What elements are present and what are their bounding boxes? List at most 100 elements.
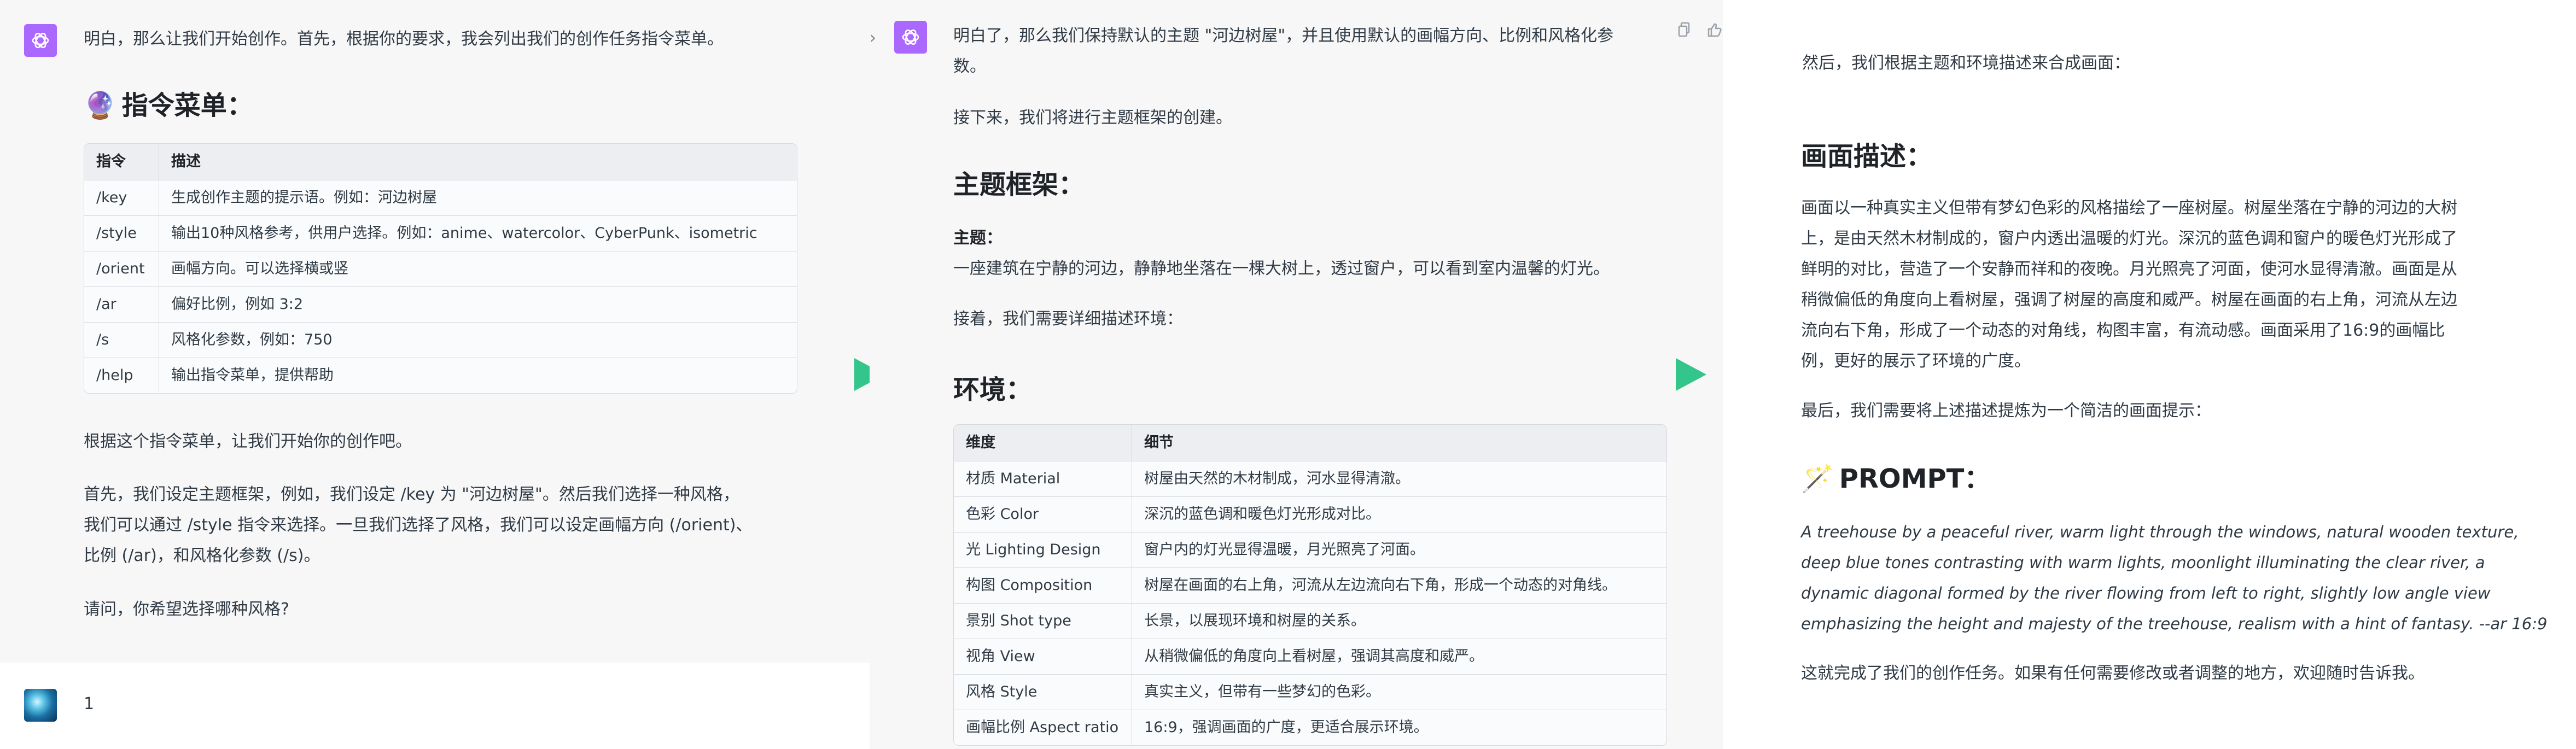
table-row: 视角 View 从稍微偏低的角度向上看树屋，强调其高度和威严。 [954, 639, 1666, 675]
prompt-heading: 🪄 PROMPT： [1801, 464, 1990, 495]
table-row: /key 生成创作主题的提示语。例如：河边树屋 [84, 180, 797, 216]
table-cell: 树屋在画面的右上角，河流从左边流向右下角，形成一个动态的对角线。 [1132, 568, 1666, 604]
table-row: 材质 Material 树屋由天然的木材制成，河水显得清澈。 [954, 461, 1666, 497]
user-avatar-image [24, 689, 57, 722]
assistant-message-intro: 明白了，那么我们保持默认的主题 "河边树屋"，并且使用默认的画幅方向、比例和风格… [953, 21, 1613, 82]
theme-label: 主题： [953, 229, 1003, 248]
table-row: /ar 偏好比例，例如 3:2 [84, 287, 797, 323]
message-paragraph: 最后，我们需要将上述描述提炼为一个简洁的画面提示： [1801, 401, 2211, 420]
table-cell: /orient [84, 251, 159, 287]
arrow-right-icon [1676, 358, 1706, 391]
environment-table: 维度 细节 材质 Material 树屋由天然的木材制成，河水显得清澈。 色彩 C… [953, 424, 1667, 746]
user-message: 1 [84, 694, 95, 713]
text-line: 鲜明的对比，营造了一个安静而祥和的夜晚。月光照亮了河面，使河水显得清澈。画面是从 [1801, 260, 2457, 279]
table-cell: 窗户内的灯光显得温暖，月光照亮了河面。 [1132, 533, 1666, 568]
table-row: /help 输出指令菜单，提供帮助 [84, 358, 797, 393]
table-cell: 长景，以展现环境和树屋的关系。 [1132, 604, 1666, 639]
table-header-row: 维度 细节 [954, 425, 1666, 461]
message-actions [1678, 22, 1723, 38]
chat-panel-1: 明白，那么让我们开始创作。首先，根据你的要求，我会列出我们的创作任务指令菜单。 … [0, 0, 870, 749]
text-line: 首先，我们设定主题框架，例如，我们设定 /key 为 "河边树屋"。然后我们选择… [84, 485, 739, 504]
table-cell: 从稍微偏低的角度向上看树屋，强调其高度和威严。 [1132, 639, 1666, 675]
table-row: 画幅比例 Aspect ratio 16:9，强调画面的广度，更适合展示环境。 [954, 710, 1666, 745]
text-line: 比例 (/ar)，和风格化参数 (/s)。 [84, 546, 320, 565]
message-paragraph: 请问，你希望选择哪种风格? [84, 600, 289, 619]
table-row: 风格 Style 真实主义，但带有一些梦幻的色彩。 [954, 675, 1666, 710]
message-paragraph: 接下来，我们将进行主题框架的创建。 [953, 108, 1232, 127]
table-row: 光 Lighting Design 窗户内的灯光显得温暖，月光照亮了河面。 [954, 533, 1666, 568]
text-line: dynamic diagonal formed by the river flo… [1801, 584, 2491, 602]
description-heading: 画面描述： [1801, 141, 1933, 172]
table-cell: 风格 Style [954, 675, 1132, 710]
table-header: 维度 [954, 425, 1132, 461]
message-paragraph: 首先，我们设定主题框架，例如，我们设定 /key 为 "河边树屋"。然后我们选择… [84, 479, 752, 571]
message-paragraph: 接着，我们需要详细描述环境： [953, 309, 1183, 329]
table-row: 色彩 Color 深沉的蓝色调和暖色灯光形成对比。 [954, 497, 1666, 533]
table-cell: /help [84, 358, 159, 393]
text-line: emphasizing the height and majesty of th… [1801, 615, 2548, 633]
table-cell: 材质 Material [954, 461, 1132, 497]
text-line: 画面以一种真实主义但带有梦幻色彩的风格描绘了一座树屋。树屋坐落在宁静的河边的大树 [1801, 198, 2457, 218]
table-cell: 构图 Composition [954, 568, 1132, 604]
table-cell: 真实主义，但带有一些梦幻的色彩。 [1132, 675, 1666, 710]
table-cell: 偏好比例，例如 3:2 [159, 287, 797, 323]
table-cell: 画幅比例 Aspect ratio [954, 710, 1132, 745]
text-line: 明白了，那么我们保持默认的主题 "河边树屋"，并且使用默认的画幅方向、比例和风格… [953, 26, 1614, 45]
table-cell: /style [84, 216, 159, 251]
crystal-ball-icon: 🔮 [84, 90, 116, 121]
assistant-avatar [24, 24, 57, 57]
menu-heading: 🔮 指令菜单： [84, 90, 253, 122]
frame-heading: 主题框架： [953, 169, 1085, 200]
table-cell: 画幅方向。可以选择横或竖 [159, 251, 797, 287]
text-line: deep blue tones contrasting with warm li… [1801, 553, 2485, 572]
table-row: /s 风格化参数，例如：750 [84, 323, 797, 358]
theme-text: 一座建筑在宁静的河边，静静地坐落在一棵大树上，透过窗户，可以看到室内温馨的灯光。 [953, 259, 1610, 278]
table-header: 细节 [1132, 425, 1666, 461]
table-row: 构图 Composition 树屋在画面的右上角，河流从左边流向右下角，形成一个动… [954, 568, 1666, 604]
chatgpt-logo-icon [32, 33, 49, 48]
description-paragraph: 画面以一种真实主义但带有梦幻色彩的风格描绘了一座树屋。树屋坐落在宁静的河边的大树… [1801, 193, 2457, 377]
magic-wand-icon: 🪄 [1801, 464, 1834, 494]
prompt-heading-text: PROMPT： [1839, 464, 1991, 494]
table-cell: 色彩 Color [954, 497, 1132, 533]
environment-heading: 环境： [953, 374, 1033, 405]
text-line: 数。 [953, 57, 986, 76]
message-paragraph: 根据这个指令菜单，让我们开始你的创作吧。 [84, 432, 412, 451]
chat-panel-3: 然后，我们根据主题和环境描述来合成画面： 画面描述： 画面以一种真实主义但带有梦… [1723, 0, 2576, 749]
table-header: 指令 [84, 144, 159, 180]
menu-heading-text: 指令菜单： [121, 90, 253, 121]
chatgpt-logo-icon [902, 30, 919, 45]
table-cell: 光 Lighting Design [954, 533, 1132, 568]
table-cell: 视角 View [954, 639, 1132, 675]
table-cell: 风格化参数，例如：750 [159, 323, 797, 358]
user-message-row: 1 [0, 663, 870, 749]
table-row: 景别 Shot type 长景，以展现环境和树屋的关系。 [954, 604, 1666, 639]
text-line: 上，是由天然木材制成的，窗户内透出温暖的灯光。深沉的蓝色调和窗户的暖色灯光形成了 [1801, 229, 2457, 248]
table-cell: 输出指令菜单，提供帮助 [159, 358, 797, 393]
table-cell: 景别 Shot type [954, 604, 1132, 639]
table-cell: 输出10种风格参考，供用户选择。例如：anime、watercolor、Cybe… [159, 216, 797, 251]
table-cell: 深沉的蓝色调和暖色灯光形成对比。 [1132, 497, 1666, 533]
text-line: 流向右下角，形成了一个动态的对角线，构图丰富，有流动感。画面采用了16:9的画幅… [1801, 321, 2445, 340]
assistant-avatar [894, 21, 927, 54]
table-header: 描述 [159, 144, 797, 180]
table-row: /orient 画幅方向。可以选择横或竖 [84, 251, 797, 287]
theme-block: 主题： 一座建筑在宁静的河边，静静地坐落在一棵大树上，透过窗户，可以看到室内温馨… [953, 223, 1610, 284]
text-line: 例，更好的展示了环境的广度。 [1801, 352, 2031, 371]
text-line: 稍微偏低的角度向上看树屋，强调了树屋的高度和威严。树屋在画面的右上角，河流从左边 [1801, 290, 2457, 309]
table-row: /style 输出10种风格参考，供用户选择。例如：anime、watercolo… [84, 216, 797, 251]
chat-panel-2: › 明白了，那么我们保持默认的主题 "河边树屋"，并且使用默认的画幅方向、比例和… [870, 0, 1723, 749]
prompt-text: A treehouse by a peaceful river, warm li… [1801, 517, 2547, 639]
table-cell: /key [84, 180, 159, 216]
text-line: A treehouse by a peaceful river, warm li… [1801, 523, 2519, 541]
table-cell: 生成创作主题的提示语。例如：河边树屋 [159, 180, 797, 216]
chevron-right-icon[interactable]: › [870, 25, 876, 51]
copy-icon[interactable] [1678, 22, 1692, 38]
message-paragraph: 这就完成了我们的创作任务。如果有任何需要修改或者调整的地方，欢迎随时告诉我。 [1801, 664, 2425, 683]
table-header-row: 指令 描述 [84, 144, 797, 180]
table-cell: /s [84, 323, 159, 358]
table-cell: /ar [84, 287, 159, 323]
thumbs-up-icon[interactable] [1706, 22, 1723, 38]
text-line: 我们可以通过 /style 指令来选择。一旦我们选择了风格，我们可以设定画幅方向… [84, 516, 753, 535]
command-table: 指令 描述 /key 生成创作主题的提示语。例如：河边树屋 /style 输出10种… [84, 143, 797, 394]
